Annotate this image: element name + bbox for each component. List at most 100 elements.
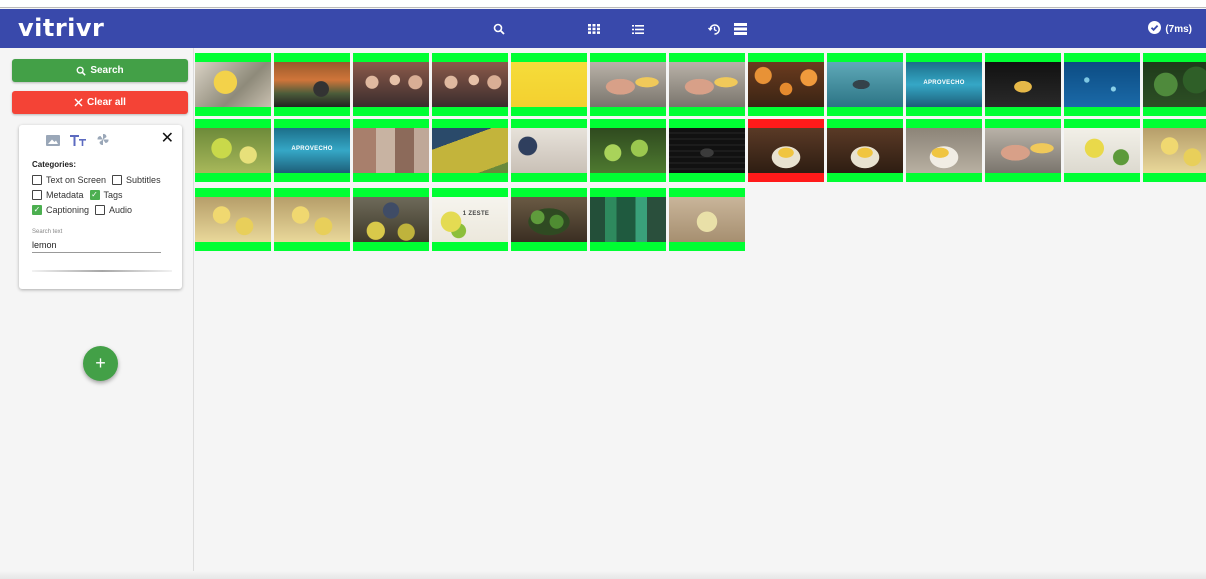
score-bar xyxy=(590,188,666,197)
thumbnail-image xyxy=(590,197,666,242)
thumbnail-image xyxy=(353,128,429,173)
result-thumbnail[interactable]: 1 ZESTE xyxy=(432,188,508,251)
result-thumbnail[interactable] xyxy=(748,53,824,116)
result-thumbnail[interactable] xyxy=(353,53,429,116)
browser-top-strip xyxy=(0,0,1206,8)
result-thumbnail[interactable] xyxy=(195,119,271,182)
thumbnail-image xyxy=(1064,128,1140,173)
checkbox-row: Text on Screen Subtitles xyxy=(32,175,167,185)
result-thumbnail[interactable] xyxy=(511,188,587,251)
score-bar xyxy=(274,53,350,62)
score-bar xyxy=(669,53,745,62)
checkbox-subtitles[interactable]: Subtitles xyxy=(112,175,161,185)
checkbox-box[interactable] xyxy=(32,175,42,185)
score-bar xyxy=(195,53,271,62)
result-thumbnail[interactable] xyxy=(1064,53,1140,116)
checkbox-metadata[interactable]: Metadata xyxy=(32,190,84,200)
result-thumbnail[interactable] xyxy=(590,53,666,116)
checkbox-box[interactable] xyxy=(112,175,123,185)
result-thumbnail[interactable] xyxy=(511,53,587,116)
result-thumbnail[interactable] xyxy=(827,119,903,182)
result-thumbnail[interactable] xyxy=(906,119,982,182)
query-sidebar: Search Clear all ✕ Categories: Text on S… xyxy=(0,48,194,579)
score-bar xyxy=(1064,119,1140,128)
result-thumbnail[interactable]: APROVECHO xyxy=(274,119,350,182)
score-bar xyxy=(511,53,587,62)
result-thumbnail[interactable] xyxy=(1143,53,1206,116)
checkbox-box[interactable]: ✓ xyxy=(32,205,42,215)
checkbox-box[interactable] xyxy=(32,190,42,200)
score-bar xyxy=(827,173,903,182)
result-thumbnail[interactable]: APROVECHO xyxy=(906,53,982,116)
result-thumbnail[interactable] xyxy=(669,53,745,116)
result-thumbnail[interactable] xyxy=(274,188,350,251)
search-button[interactable]: Search xyxy=(12,59,188,82)
checkbox-audio[interactable]: Audio xyxy=(95,205,132,215)
result-thumbnail[interactable] xyxy=(590,119,666,182)
checkbox-box[interactable] xyxy=(95,205,106,215)
close-icon[interactable]: ✕ xyxy=(161,131,174,147)
thumbnail-image: APROVECHO xyxy=(906,62,982,107)
thumbnail-image xyxy=(195,128,271,173)
score-bar xyxy=(432,242,508,251)
search-icon[interactable] xyxy=(492,20,506,38)
search-button-label: Search xyxy=(90,65,124,76)
checkbox-label: Text on Screen xyxy=(46,175,107,185)
score-bar xyxy=(906,173,982,182)
result-thumbnail[interactable] xyxy=(985,119,1061,182)
score-bar xyxy=(669,242,745,251)
result-thumbnail[interactable] xyxy=(274,53,350,116)
add-query-term-button[interactable]: + xyxy=(83,346,118,381)
result-thumbnail[interactable] xyxy=(1143,119,1206,182)
collections-icon[interactable] xyxy=(733,20,747,38)
search-text-input[interactable] xyxy=(32,237,161,253)
result-thumbnail[interactable] xyxy=(195,53,271,116)
check-circle-icon xyxy=(1148,21,1162,37)
checkbox-captioning[interactable]: ✓ Captioning xyxy=(32,205,89,215)
result-thumbnail[interactable] xyxy=(353,119,429,182)
thumbnail-image xyxy=(511,128,587,173)
result-thumbnail[interactable] xyxy=(432,53,508,116)
result-thumbnail[interactable] xyxy=(1064,119,1140,182)
score-bar xyxy=(353,188,429,197)
result-thumbnail[interactable] xyxy=(748,119,824,182)
result-thumbnail[interactable] xyxy=(432,119,508,182)
score-bar xyxy=(669,188,745,197)
score-bar xyxy=(195,107,271,116)
history-icon[interactable] xyxy=(707,20,721,38)
score-bar xyxy=(195,242,271,251)
result-thumbnail[interactable] xyxy=(827,53,903,116)
score-bar xyxy=(748,173,824,182)
score-bar xyxy=(274,188,350,197)
thumbnail-caption: 1 ZESTE xyxy=(462,211,490,217)
grid-view-icon[interactable] xyxy=(587,20,601,38)
clear-all-label: Clear all xyxy=(87,97,126,108)
result-thumbnail[interactable] xyxy=(353,188,429,251)
score-bar xyxy=(1143,107,1206,116)
result-thumbnail[interactable] xyxy=(669,119,745,182)
result-thumbnail[interactable] xyxy=(590,188,666,251)
result-thumbnail[interactable] xyxy=(511,119,587,182)
result-thumbnail[interactable] xyxy=(985,53,1061,116)
checkbox-box[interactable]: ✓ xyxy=(89,190,100,200)
checkbox-text-on-screen[interactable]: Text on Screen xyxy=(32,175,106,185)
score-bar xyxy=(353,107,429,116)
app-logo: vitrivr xyxy=(18,14,105,42)
thumbnail-image xyxy=(827,62,903,107)
weight-slider[interactable] xyxy=(32,270,172,272)
text-icon[interactable] xyxy=(70,133,86,151)
score-bar xyxy=(511,173,587,182)
thumbnail-image xyxy=(195,197,271,242)
result-thumbnail[interactable] xyxy=(195,188,271,251)
score-bar xyxy=(274,119,350,128)
result-thumbnail[interactable] xyxy=(669,188,745,251)
list-view-icon[interactable] xyxy=(631,20,645,38)
motion-icon[interactable] xyxy=(96,133,110,151)
checkbox-tags[interactable]: ✓ Tags xyxy=(89,190,123,200)
image-icon[interactable] xyxy=(46,133,60,151)
score-bar xyxy=(511,107,587,116)
thumbnail-image: 1 ZESTE xyxy=(432,197,508,242)
top-toolbar: vitrivr (7ms) xyxy=(0,9,1206,48)
clear-all-button[interactable]: Clear all xyxy=(12,91,188,114)
score-bar xyxy=(590,119,666,128)
